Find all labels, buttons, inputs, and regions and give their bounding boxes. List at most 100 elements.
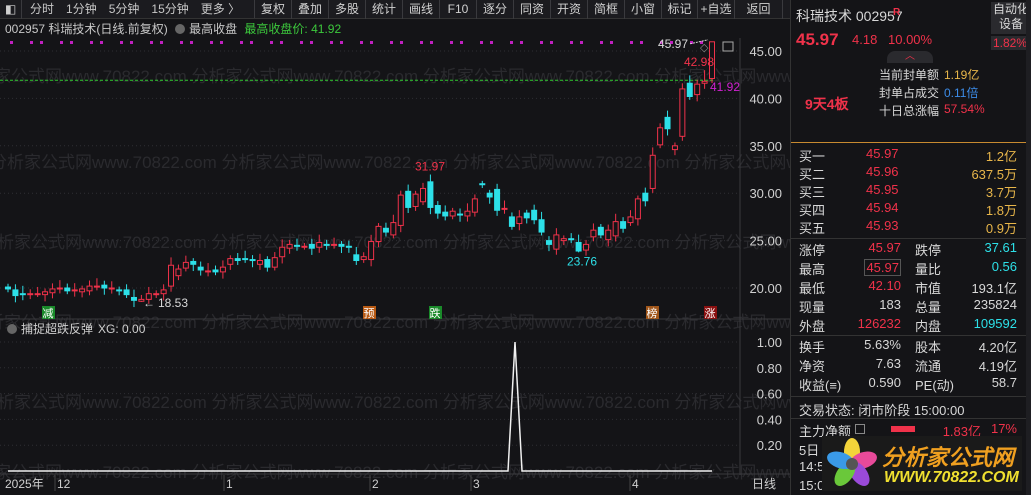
signal-label: 榜: [647, 306, 658, 320]
period-tab-4[interactable]: 更多 〉: [201, 0, 240, 18]
period-tab-2[interactable]: 5分钟: [109, 0, 140, 18]
marker-dot: [130, 41, 133, 44]
marker-dot: [460, 41, 463, 44]
scrollbar[interactable]: [1026, 0, 1031, 495]
indicator-name[interactable]: 最高收盘: [189, 22, 237, 36]
seal-label: 当前封单额: [879, 68, 940, 82]
ref-price-label: 41.92: [710, 80, 740, 94]
marker-dot: [300, 41, 303, 44]
flow-bar: [891, 426, 915, 432]
bid-label: 买三: [799, 185, 826, 200]
stat-value: 5.63%: [864, 337, 901, 352]
bid-volume: 0.9万: [985, 221, 1017, 236]
toolbar-button-7[interactable]: 同资: [514, 0, 551, 19]
stat-label: 股本: [915, 340, 942, 355]
last-price: 45.97: [796, 30, 839, 49]
toolbar-button-11[interactable]: 标记: [662, 0, 698, 19]
month-label: 2: [372, 477, 379, 491]
price-tick: 40.00: [749, 91, 782, 106]
stat-value: 4.19亿: [978, 359, 1017, 374]
stat-value: 235824: [973, 297, 1017, 312]
sector-badge[interactable]: 自动化设备: [991, 2, 1031, 34]
marker-dot: [40, 41, 43, 44]
stat-value: 0.590: [868, 375, 901, 390]
marker-dot: [210, 41, 213, 44]
toolbar-button-5[interactable]: F10: [440, 0, 477, 19]
period-tabs: 分时 1分钟 5分钟 15分钟 更多 〉: [22, 0, 255, 18]
bid-price: 45.94: [866, 200, 899, 215]
toolbar-button-0[interactable]: 复权: [255, 0, 292, 19]
stat-label: 涨停: [799, 243, 826, 258]
period-tab-3[interactable]: 15分钟: [151, 0, 188, 18]
bid-price: 45.97: [866, 146, 899, 161]
indicator-value: 最高收盘价: 41.92: [244, 22, 342, 36]
indicator-menu-icon[interactable]: [7, 324, 17, 334]
streak-label: 9天4板: [805, 96, 849, 112]
sector-pct: 1.82%: [991, 36, 1031, 50]
price-change: 4.18: [852, 32, 878, 47]
flow-row-label: 15:0: [799, 478, 825, 493]
price-pct: 10.00%: [888, 32, 933, 47]
price-tick: 25.00: [749, 234, 782, 249]
bid-price: 45.95: [866, 182, 899, 197]
diamond-icon[interactable]: ◇: [700, 42, 709, 54]
r-badge: R: [893, 7, 901, 18]
trade-status: 交易状态: 闭市阶段 15:00:00: [799, 403, 965, 418]
toolbar-button-2[interactable]: 多股: [329, 0, 366, 19]
marker-dot: [340, 41, 343, 44]
bid-volume: 3.7万: [985, 185, 1017, 200]
stat-value: 45.97: [864, 259, 901, 276]
bid-price: 45.93: [866, 218, 899, 233]
signal-badge: 减: [42, 306, 55, 320]
stock-title: 科瑞技术 002957: [796, 8, 903, 24]
bid-volume: 1.2亿: [985, 149, 1017, 164]
period-tab-0[interactable]: 分时: [30, 0, 54, 18]
sidebar-toggle-button[interactable]: ◧: [0, 0, 22, 19]
indicator-menu-icon[interactable]: [175, 24, 186, 34]
low-arrow-icon: ←: [143, 296, 155, 310]
signal-badge: 涨: [704, 306, 717, 320]
high-label: 45.97: [658, 38, 688, 51]
stat-label: 量比: [915, 262, 942, 277]
month-label: 4: [632, 477, 639, 491]
collapse-button[interactable]: ︿: [887, 51, 933, 63]
bid-label: 买二: [799, 167, 826, 182]
marker-dot: [150, 41, 153, 44]
divider: [791, 142, 1031, 143]
toolbar-button-3[interactable]: 统计: [366, 0, 403, 19]
low-label: 18.53: [158, 296, 188, 310]
toolbar-button-8[interactable]: 开资: [551, 0, 588, 19]
year-label: 2025年: [5, 477, 44, 491]
period-label[interactable]: 日线: [752, 477, 776, 491]
indicator-title: 捕捉超跌反弹: [21, 321, 93, 336]
toolbar-button-10[interactable]: 小窗: [625, 0, 662, 19]
divider: [791, 396, 1031, 397]
period-tab-1[interactable]: 1分钟: [66, 0, 97, 18]
toolbar-button-12[interactable]: +自选: [698, 0, 735, 19]
toolbar-button-13[interactable]: 返回: [735, 0, 783, 19]
toolbar-button-1[interactable]: 叠加: [292, 0, 329, 19]
bid-label: 买四: [799, 203, 826, 218]
seal-label: 十日总涨幅: [879, 104, 940, 118]
indicator-value: XG: 0.00: [98, 322, 146, 336]
marker-dot: [540, 41, 543, 44]
flower-logo-icon: [827, 438, 877, 486]
stat-label: 最低: [799, 281, 826, 296]
signal-label: 跌: [430, 306, 441, 320]
marker-dot: [10, 41, 13, 44]
kline-chart[interactable]: 分析家公式网www.70822.com 分析家公式网www.70822.com …: [0, 38, 790, 495]
toolbar-button-9[interactable]: 简框: [588, 0, 625, 19]
marker-dot: [520, 41, 523, 44]
stat-value: 0.56: [991, 259, 1017, 274]
marker-dot: [100, 41, 103, 44]
trough-label: 23.76: [567, 254, 597, 268]
stat-label: 最高: [799, 262, 826, 277]
marker-dot: [480, 41, 483, 44]
price-tick: 30.00: [749, 186, 782, 201]
stat-value: 7.63: [875, 356, 901, 371]
toolbar-button-6[interactable]: 逐分: [477, 0, 514, 19]
price-tick: 20.00: [749, 281, 782, 296]
bid-volume: 1.8万: [985, 203, 1017, 218]
toolbar-button-4[interactable]: 画线: [403, 0, 440, 19]
list-icon[interactable]: [855, 424, 865, 434]
